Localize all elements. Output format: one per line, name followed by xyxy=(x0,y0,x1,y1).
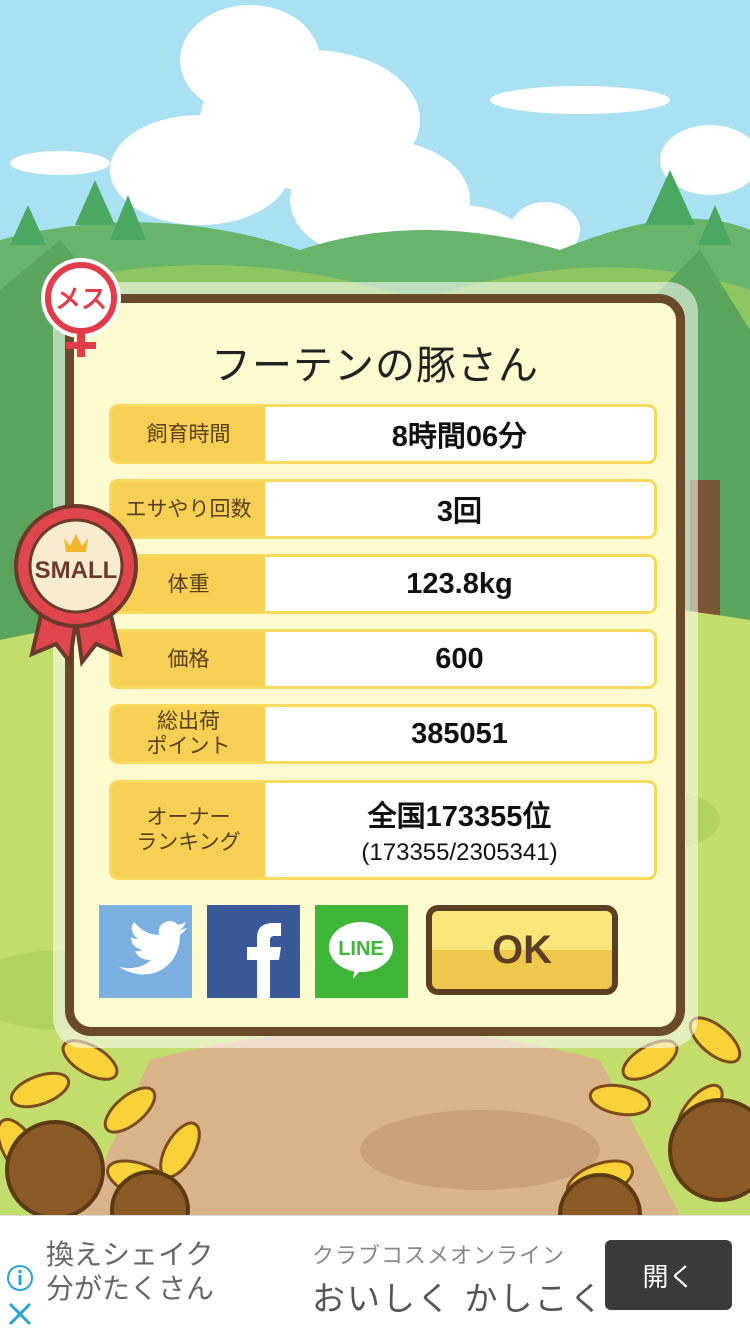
stat-row-feeding-time: 飼育時間 8時間06分 xyxy=(109,404,657,464)
stat-label: 飼育時間 xyxy=(112,407,265,461)
small-ribbon-badge-icon: SMALL xyxy=(14,504,138,667)
twitter-share-button[interactable] xyxy=(99,905,192,998)
result-dialog: フーテンの豚さん 飼育時間 8時間06分 エサやり回数 3回 体重 123.8k… xyxy=(65,294,685,1036)
ok-button-label: OK xyxy=(492,927,552,972)
ad-advertiser: クラブコスメオンライン xyxy=(312,1244,566,1269)
facebook-icon xyxy=(207,905,300,998)
gender-label: メス xyxy=(55,285,107,315)
ok-button[interactable]: OK xyxy=(426,905,618,995)
line-icon-label: LINE xyxy=(338,938,384,960)
stat-value: 600 xyxy=(435,642,484,675)
female-badge-icon: メス xyxy=(41,258,121,357)
stat-value: 3回 xyxy=(436,496,483,528)
stat-value: 全国173355位 (173355/2305341) xyxy=(265,783,654,877)
ad-left-text: 換えシェイク 分がたくさん xyxy=(46,1238,215,1305)
stat-value: 123.8kg xyxy=(406,567,513,600)
ad-headline: おいしく かしこく xyxy=(312,1279,605,1318)
twitter-icon xyxy=(99,905,192,998)
stat-row-price: 価格 600 xyxy=(109,629,657,689)
size-label: SMALL xyxy=(35,557,118,584)
stat-value: 385051 xyxy=(411,717,508,750)
ad-banner[interactable]: 換えシェイク 分がたくさん クラブコスメオンライン おいしく かしこく 開く xyxy=(0,1215,750,1334)
facebook-share-button[interactable] xyxy=(207,905,300,998)
ranking-detail: (173355/2305341) xyxy=(361,839,558,866)
stat-row-shipping-points: 総出荷 ポイント 385051 xyxy=(109,704,657,764)
stat-row-feed-count: エサやり回数 3回 xyxy=(109,479,657,539)
stat-label: 総出荷 ポイント xyxy=(112,707,265,761)
stat-row-weight: 体重 123.8kg xyxy=(109,554,657,614)
stat-row-owner-ranking: オーナー ランキング 全国173355位 (173355/2305341) xyxy=(109,780,657,880)
stat-label: オーナー ランキング xyxy=(112,783,265,877)
stat-value: 8時間06分 xyxy=(391,421,528,453)
ad-open-button[interactable]: 開く xyxy=(605,1240,732,1310)
line-share-button[interactable]: LINE xyxy=(315,905,408,998)
pig-name-title: フーテンの豚さん xyxy=(211,343,539,389)
close-icon[interactable] xyxy=(6,1300,34,1328)
info-icon[interactable] xyxy=(6,1264,34,1292)
ranking-value: 全国173355位 xyxy=(367,801,552,833)
line-icon: LINE xyxy=(315,905,408,998)
